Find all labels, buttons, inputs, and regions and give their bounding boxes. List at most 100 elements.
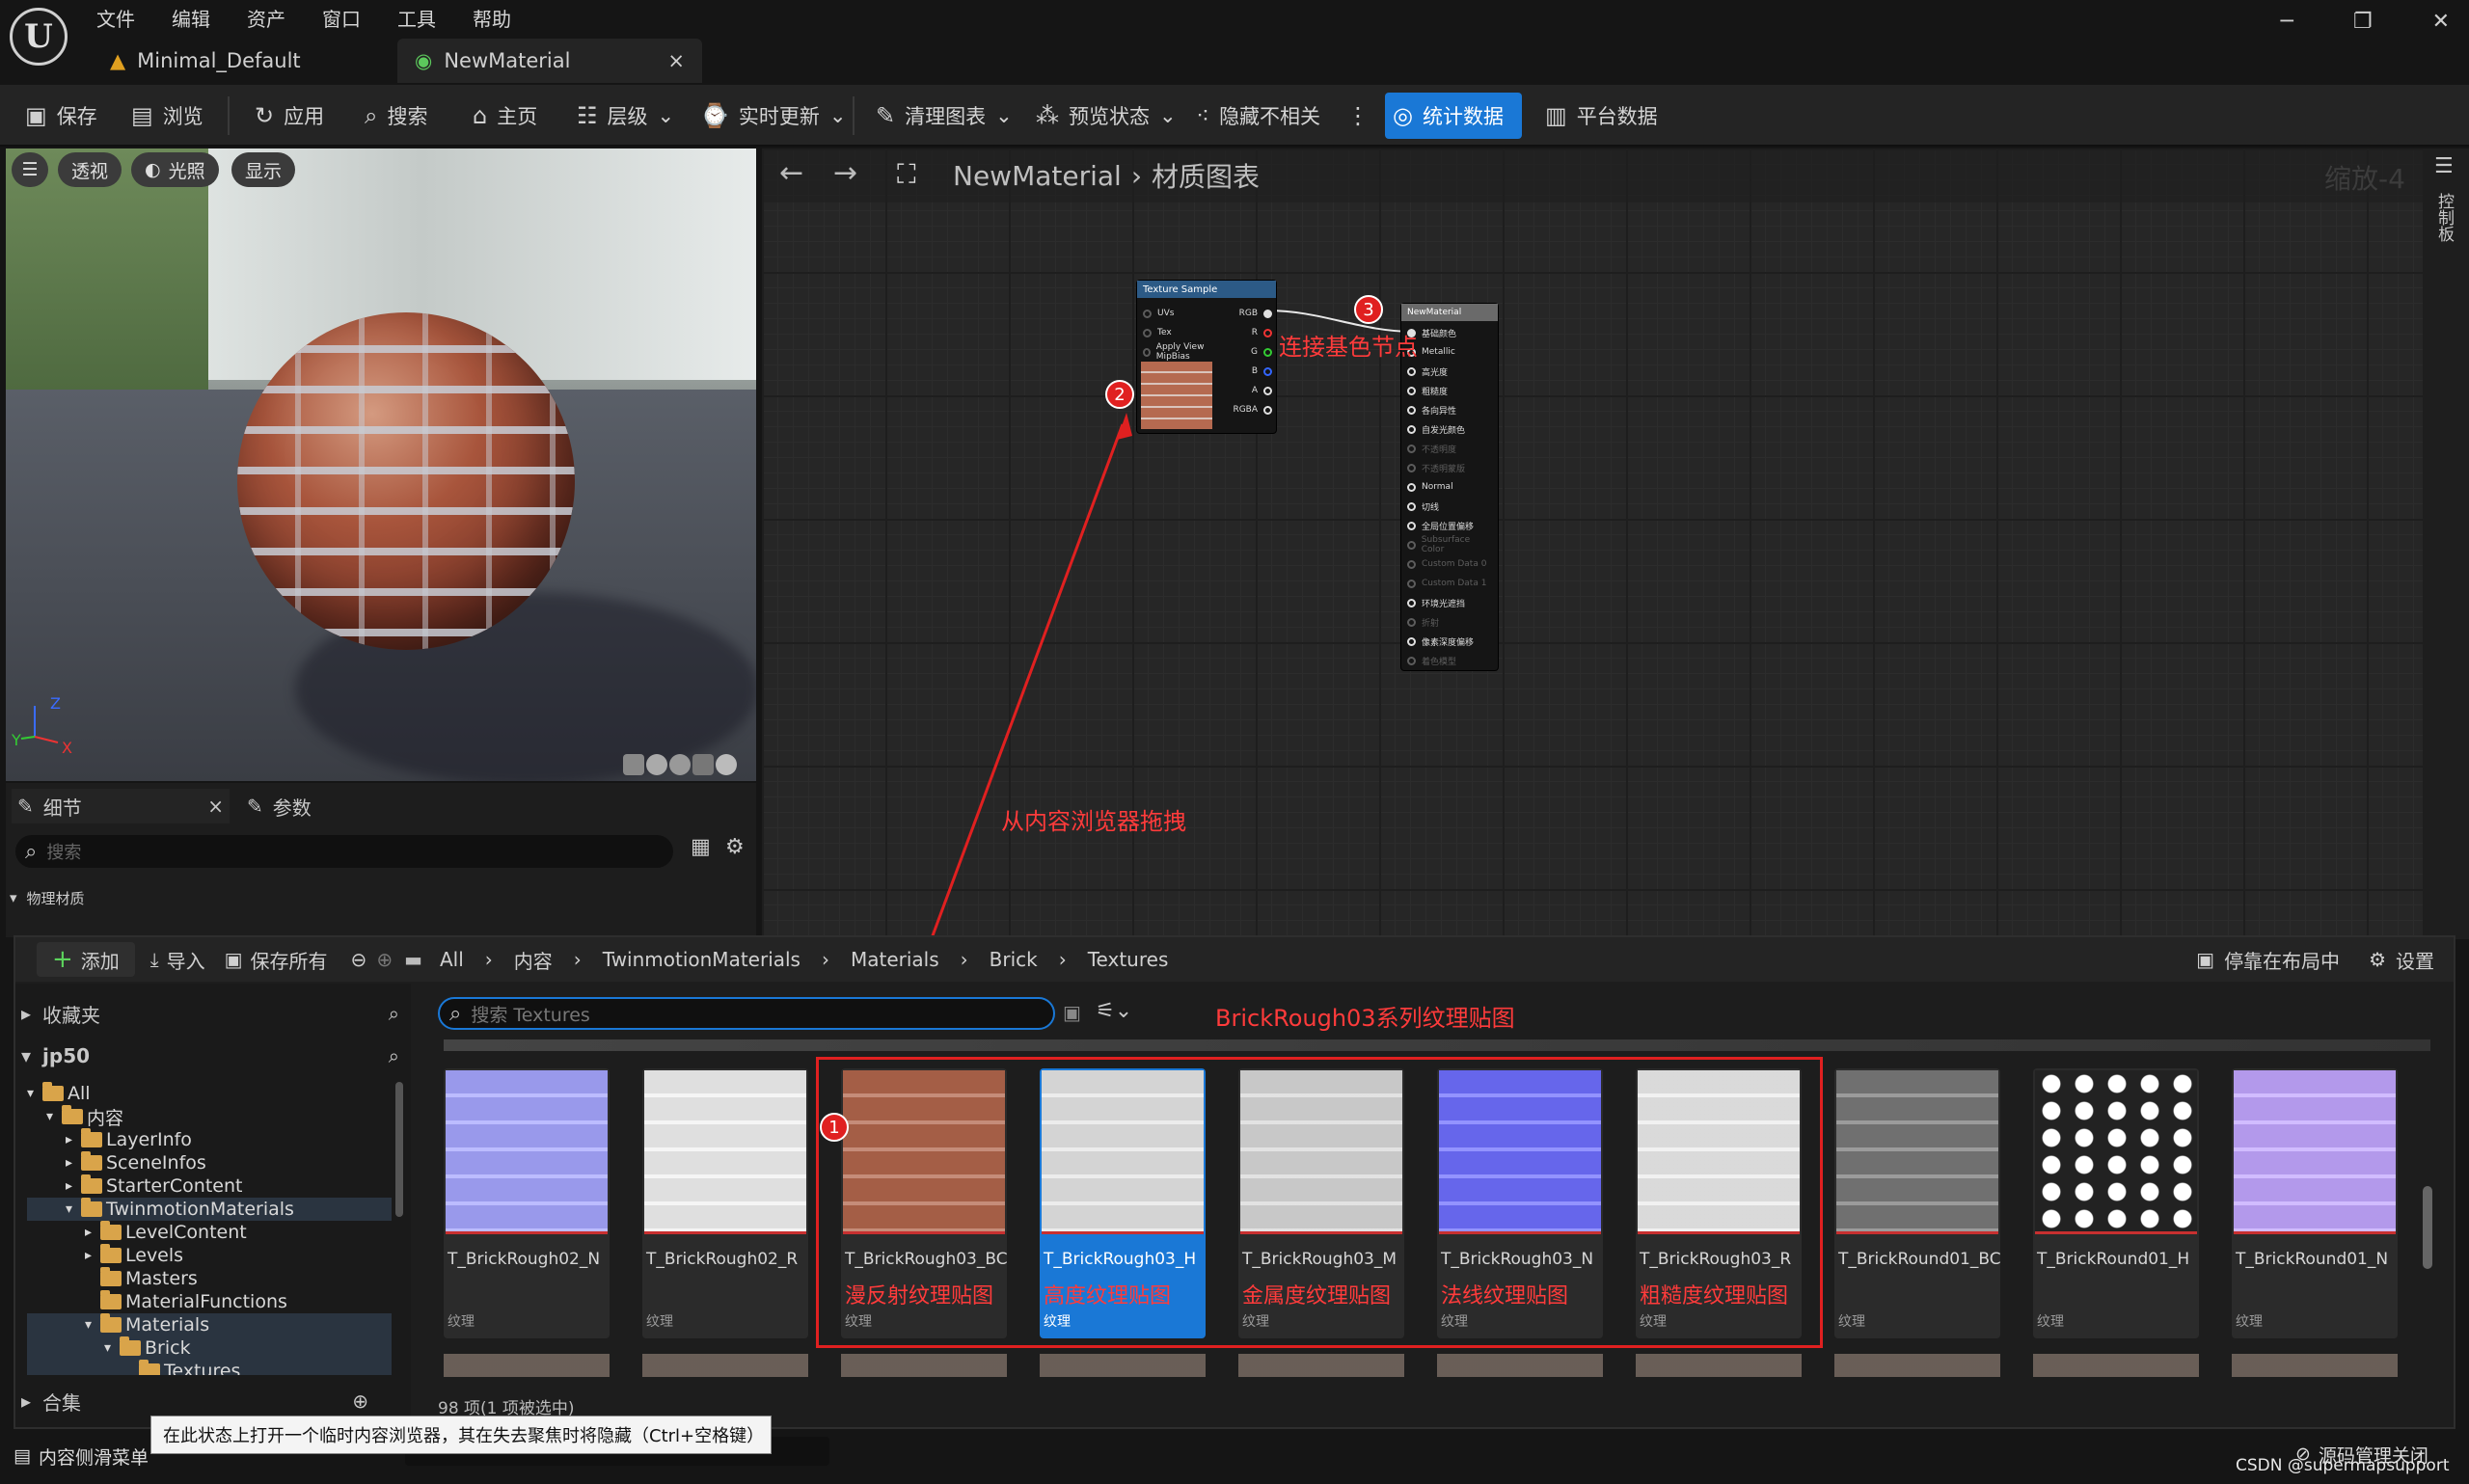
gear-icon[interactable]: ⚙ (725, 835, 745, 859)
tree-scrollbar[interactable] (395, 1082, 403, 1217)
menu-item-window[interactable]: 窗口 (322, 4, 361, 32)
tree-item[interactable]: ▸ LayerInfo (27, 1128, 392, 1151)
input-pin-tex[interactable]: Tex (1143, 323, 1220, 342)
tree-chevron-icon[interactable]: ▸ (66, 1132, 77, 1147)
hierarchy-button[interactable]: ☷ 层级 ⌄ (569, 93, 682, 139)
search-icon[interactable]: ⌕ (389, 1002, 399, 1025)
apply-button[interactable]: ↻ 应用 (247, 93, 332, 139)
import-button[interactable]: ⤓ 导入 (150, 946, 205, 974)
perspective-button[interactable]: 透视 (58, 152, 122, 187)
content-drawer-button[interactable]: ▤ 内容侧滑菜单 (14, 1439, 149, 1473)
material-input-pin[interactable]: 全局位置偏移 (1407, 516, 1492, 535)
tree-item[interactable]: ▾ All (27, 1082, 392, 1105)
output-pin-g[interactable]: G (1233, 342, 1272, 362)
unreal-logo-icon[interactable]: U (10, 8, 68, 66)
save-search-icon[interactable]: ▣ (1063, 1001, 1081, 1024)
tree-chevron-icon[interactable]: ▸ (66, 1178, 77, 1194)
crumb-all[interactable]: All (440, 948, 464, 971)
tree-chevron-icon[interactable]: ▸ (85, 1248, 96, 1263)
filter-icon[interactable]: ⚟⌄ (1096, 999, 1132, 1023)
tree-item[interactable]: ▾ TwinmotionMaterials (27, 1198, 392, 1221)
tab-parameters[interactable]: ✎ 参数 (247, 789, 312, 823)
cylinder-shape-icon[interactable] (623, 754, 644, 775)
tree-chevron-icon[interactable]: ▾ (27, 1086, 39, 1101)
tree-chevron-icon[interactable]: ▾ (85, 1317, 96, 1333)
material-input-pin[interactable]: 自发光颜色 (1407, 419, 1492, 439)
material-input-pin[interactable]: 折射 (1407, 612, 1492, 632)
preview-viewport[interactable]: Z X Y (6, 148, 756, 781)
close-window-icon[interactable]: ✕ (2432, 10, 2450, 34)
palette-strip[interactable] (2423, 148, 2469, 939)
asset-tile[interactable]: T_BrickRough02_R 纹理 (642, 1068, 808, 1338)
lit-button[interactable]: ◐ 光照 (131, 152, 219, 187)
tab-close-icon[interactable]: × (667, 49, 685, 72)
back-arrow-icon[interactable]: ← (779, 156, 803, 190)
material-input-pin[interactable]: 粗糙度 (1407, 381, 1492, 400)
tree-item[interactable]: ▾ 内容 (27, 1105, 392, 1129)
add-collection-icon[interactable]: ⊕ (352, 1390, 368, 1413)
asset-tile[interactable]: T_BrickRough02_N 纹理 (444, 1068, 610, 1338)
restore-icon[interactable]: ❐ (2353, 10, 2373, 34)
input-pin-uvs[interactable]: UVs (1143, 304, 1220, 323)
material-input-pin[interactable]: 高光度 (1407, 362, 1492, 381)
asset-search-field[interactable]: ⌕ 搜索 Textures (438, 997, 1055, 1030)
search-button[interactable]: ⌕ 搜索 (357, 93, 435, 139)
tree-item[interactable]: ▾ Brick (27, 1336, 392, 1360)
more-options-icon[interactable]: ⋮ (1339, 93, 1377, 139)
material-input-pin[interactable]: 不透明度 (1407, 439, 1492, 458)
tab-minimal-default[interactable]: ▲ Minimal_Default (93, 39, 390, 83)
output-pin-rgb[interactable]: RGB (1233, 304, 1272, 323)
dock-in-layout-button[interactable]: ▣ 停靠在布局中 (2196, 946, 2340, 974)
input-pin-mipbias[interactable]: Apply View MipBias (1143, 342, 1220, 362)
tree-item[interactable]: ▸ SceneInfos (27, 1151, 392, 1174)
output-pin-rgba[interactable]: RGBA (1233, 400, 1272, 419)
tree-item[interactable]: ▸ LevelContent (27, 1221, 392, 1244)
favorites-section[interactable]: ▸ 收藏夹 ⌕ (21, 997, 407, 1030)
asset-tile[interactable]: T_BrickRound01_N 纹理 (2232, 1068, 2398, 1338)
crumb-textures[interactable]: Textures (1088, 948, 1169, 971)
output-pin-a[interactable]: A (1233, 381, 1272, 400)
asset-tile[interactable]: T_BrickRound01_BC 纹理 (1834, 1068, 2000, 1338)
output-pin-b[interactable]: B (1233, 362, 1272, 381)
category-physical-material[interactable]: ▾ 物理材质 (10, 885, 85, 910)
material-input-pin[interactable]: Subsurface Color (1407, 535, 1492, 554)
viewport-menu-button[interactable]: ☰ (12, 152, 48, 187)
save-all-button[interactable]: ▣ 保存所有 (225, 946, 328, 974)
tree-chevron-icon[interactable]: ▾ (104, 1340, 116, 1356)
cube-shape-icon[interactable] (692, 754, 714, 775)
tab-details[interactable]: ✎ 细节 × (12, 789, 230, 823)
material-input-pin[interactable]: 着色模型 (1407, 651, 1492, 670)
material-input-pin[interactable]: Custom Data 0 (1407, 554, 1492, 574)
platform-stats-button[interactable]: ▥ 平台数据 (1537, 93, 1666, 139)
add-button[interactable]: + 添加 (37, 942, 135, 977)
search-icon[interactable]: ⌕ (389, 1044, 399, 1067)
settings-button[interactable]: ⚙ 设置 (2369, 946, 2434, 974)
crumb-materials[interactable]: Materials (851, 948, 939, 971)
menu-item-asset[interactable]: 资产 (247, 4, 285, 32)
save-button[interactable]: ▣ 保存 (17, 93, 105, 139)
forward-arrow-icon[interactable]: → (833, 156, 857, 190)
home-button[interactable]: ⌂ 主页 (465, 93, 545, 139)
history-forward-icon[interactable]: ⊕ (376, 948, 393, 971)
details-search-field[interactable]: ⌕ 搜索 (15, 835, 673, 868)
menu-item-help[interactable]: 帮助 (473, 4, 511, 32)
asset-scrollbar[interactable] (2423, 1186, 2432, 1269)
browse-button[interactable]: ▤ 浏览 (123, 93, 211, 139)
material-input-pin[interactable]: 各向异性 (1407, 400, 1492, 419)
menu-item-file[interactable]: 文件 (96, 4, 135, 32)
tree-chevron-icon[interactable]: ▾ (66, 1201, 77, 1217)
material-input-pin[interactable]: 像素深度偏移 (1407, 632, 1492, 651)
material-input-pin[interactable]: 不透明蒙版 (1407, 458, 1492, 477)
palette-menu-icon[interactable]: ☰ (2434, 154, 2454, 178)
material-input-pin[interactable]: Metallic (1407, 342, 1492, 362)
tab-new-material[interactable]: ◉ NewMaterial × (397, 39, 702, 83)
texture-sample-node[interactable]: Texture Sample UVs Tex Apply View MipBia… (1136, 280, 1277, 434)
sphere-shape-icon[interactable] (646, 754, 667, 775)
collections-section[interactable]: ▸ 合集 ⊕ (21, 1385, 407, 1417)
material-input-pin[interactable]: 环境光遮挡 (1407, 593, 1492, 612)
material-input-pin[interactable]: 基础颜色 (1407, 323, 1492, 342)
material-input-pin[interactable]: Normal (1407, 477, 1492, 497)
teapot-shape-icon[interactable] (716, 754, 737, 775)
minimize-icon[interactable]: ─ (2281, 10, 2293, 34)
tree-chevron-icon[interactable]: ▸ (66, 1155, 77, 1171)
